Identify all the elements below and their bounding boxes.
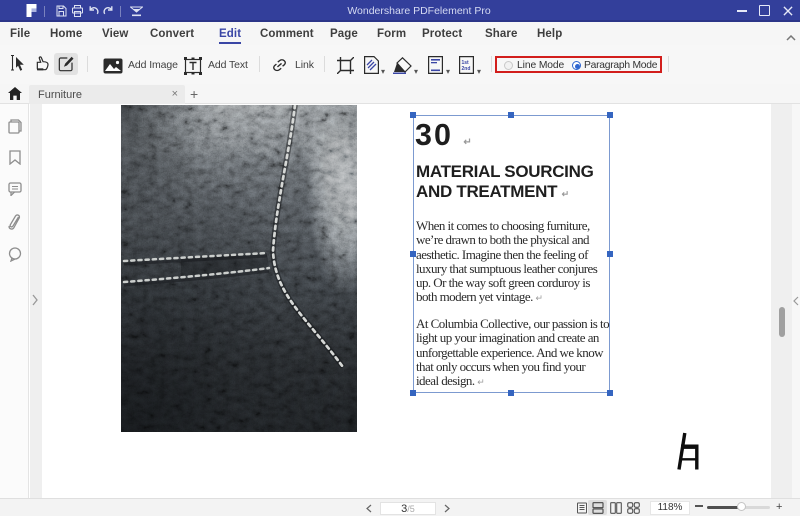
svg-text:2nd: 2nd <box>462 66 471 72</box>
